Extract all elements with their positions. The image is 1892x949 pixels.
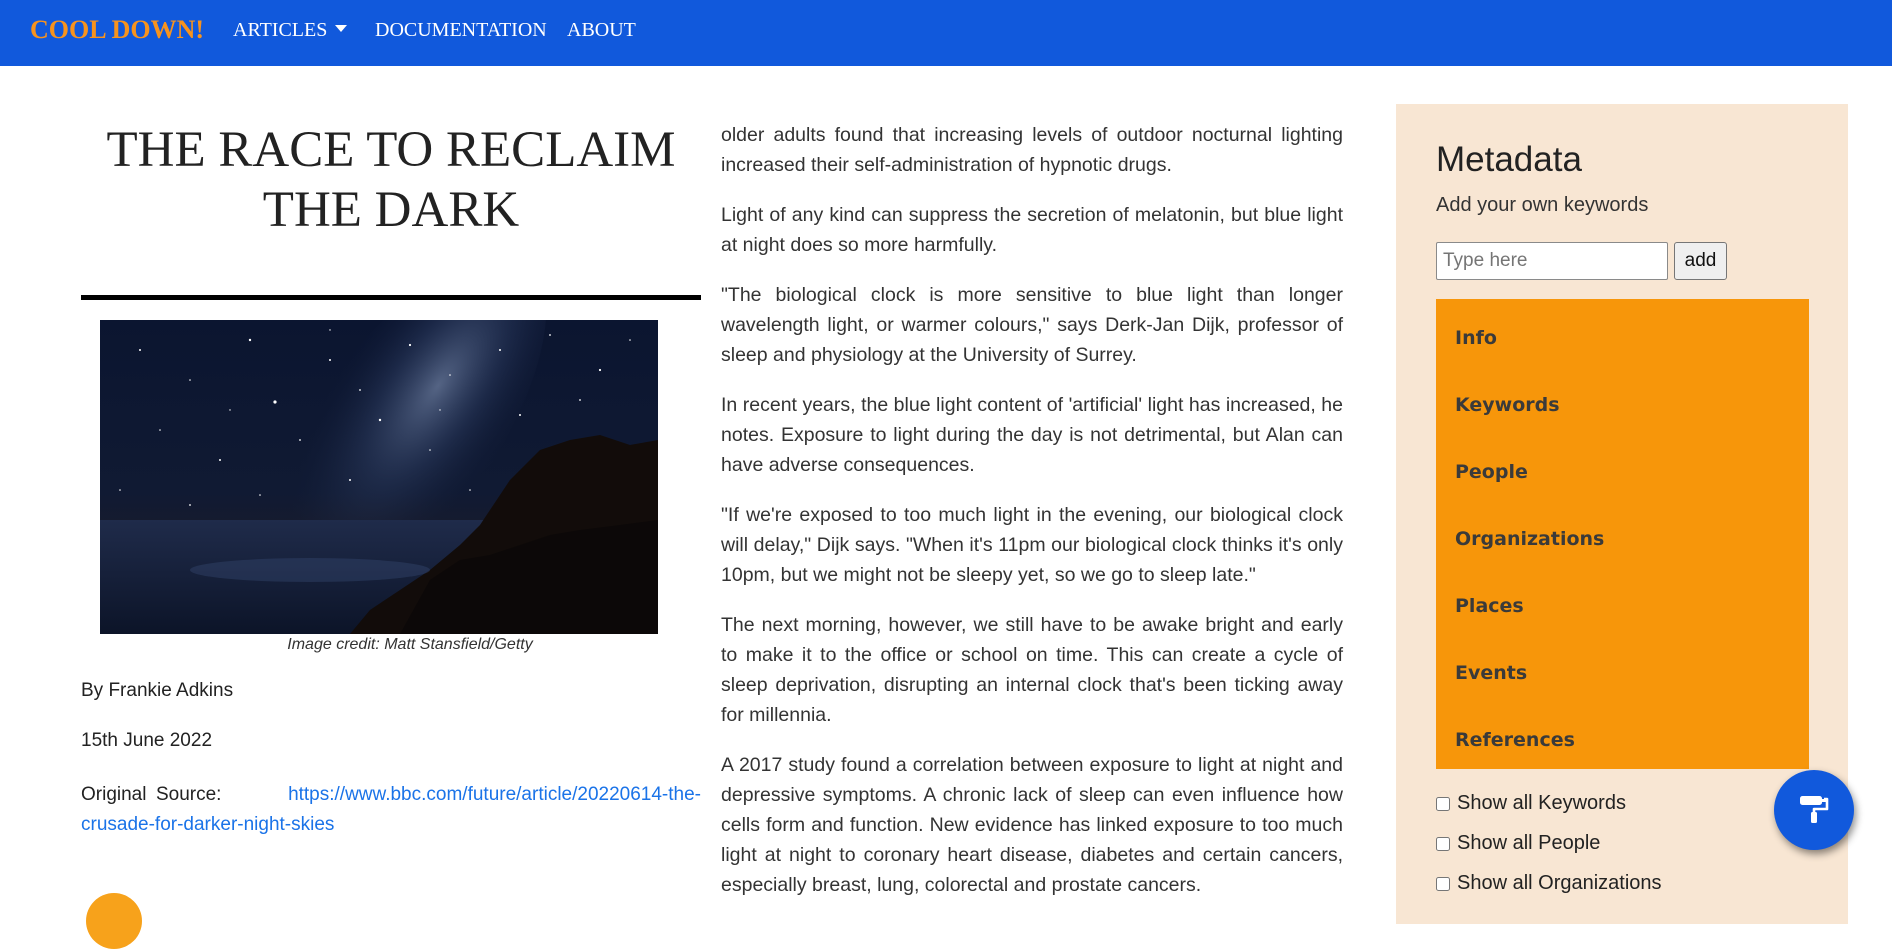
image-credit-caption: Image credit: Matt Stansfield/Getty xyxy=(287,636,533,653)
article-body: older adults found that increasing level… xyxy=(721,120,1343,920)
add-keyword-button[interactable]: add xyxy=(1674,242,1727,280)
facet-keywords[interactable]: Keywords xyxy=(1436,372,1809,439)
facet-places[interactable]: Places xyxy=(1436,573,1809,640)
article-paragraph: The next morning, however, we still have… xyxy=(721,614,1343,726)
facet-menu: Info Keywords People Organizations Place… xyxy=(1436,299,1809,769)
orange-floating-button[interactable] xyxy=(86,893,142,949)
nav-documentation-link[interactable]: DOCUMENTATION xyxy=(375,19,547,42)
show-all-people-checkbox[interactable] xyxy=(1436,836,1450,851)
theme-fab-button[interactable] xyxy=(1774,770,1854,850)
show-all-organizations-label: Show all Organizations xyxy=(1457,872,1662,894)
nav-articles-dropdown[interactable]: ARTICLES xyxy=(233,19,348,42)
article-paragraph: "The biological clock is more sensitive … xyxy=(721,284,1343,366)
show-all-people-label: Show all People xyxy=(1457,832,1601,854)
show-all-keywords-option[interactable]: Show all Keywords xyxy=(1436,792,1626,815)
keyword-input[interactable] xyxy=(1436,242,1668,280)
show-all-organizations-checkbox[interactable] xyxy=(1436,876,1450,891)
article-paragraph: In recent years, the blue light content … xyxy=(721,394,1343,476)
title-divider xyxy=(81,295,701,300)
show-all-keywords-label: Show all Keywords xyxy=(1457,792,1626,814)
article-paragraph: "If we're exposed to too much light in t… xyxy=(721,504,1343,586)
article-paragraph: Light of any kind can suppress the secre… xyxy=(721,204,1343,256)
facet-info[interactable]: Info xyxy=(1436,305,1809,372)
show-all-keywords-checkbox[interactable] xyxy=(1436,796,1450,811)
facet-events[interactable]: Events xyxy=(1436,640,1809,707)
caret-down-icon xyxy=(335,24,348,32)
brand-logo-link[interactable]: COOL DOWN! xyxy=(30,15,204,45)
article-date: 15th June 2022 xyxy=(81,730,213,751)
article-hero-image xyxy=(100,320,658,634)
article-title: THE RACE TO RECLAIM THE DARK xyxy=(106,122,676,238)
article-paragraph: A 2017 study found a correlation between… xyxy=(721,754,1343,896)
paint-roller-icon xyxy=(1797,792,1831,829)
metadata-title: Metadata xyxy=(1436,140,1582,179)
navbar: COOL DOWN! ARTICLES DOCUMENTATION ABOUT xyxy=(0,0,1892,66)
show-all-people-option[interactable]: Show all People xyxy=(1436,832,1600,855)
show-all-organizations-option[interactable]: Show all Organizations xyxy=(1436,872,1662,895)
facet-people[interactable]: People xyxy=(1436,439,1809,506)
metadata-subtitle: Add your own keywords xyxy=(1436,194,1649,216)
article-paragraph: older adults found that increasing level… xyxy=(721,124,1343,176)
facet-organizations[interactable]: Organizations xyxy=(1436,506,1809,573)
article-source: Original Source: https://www.bbc.com/fut… xyxy=(81,780,701,840)
nav-articles-label: ARTICLES xyxy=(233,19,328,41)
source-label: Original Source: xyxy=(81,784,222,805)
nav-about-link[interactable]: ABOUT xyxy=(567,19,636,42)
facet-references[interactable]: References xyxy=(1436,707,1809,774)
article-byline: By Frankie Adkins xyxy=(81,680,234,701)
